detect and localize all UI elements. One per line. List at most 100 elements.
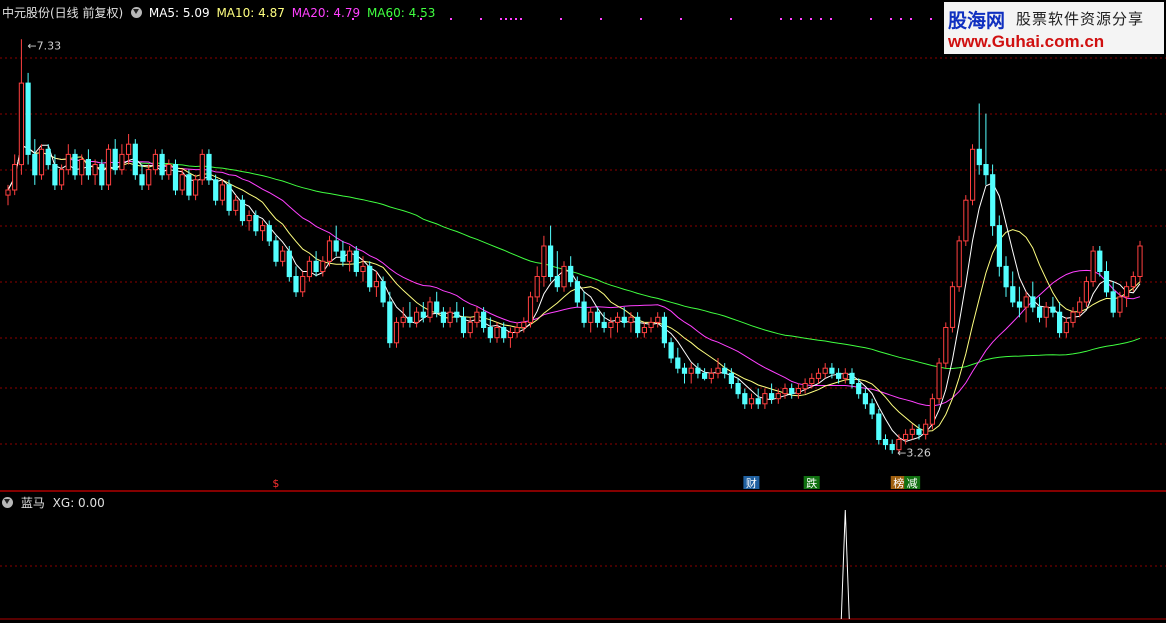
candle-body — [139, 174, 145, 186]
candle-body — [681, 367, 688, 374]
candle-body — [407, 316, 413, 323]
candle-body — [668, 342, 674, 359]
candle-body — [822, 367, 828, 374]
kline-chart-svg[interactable]: ←7.33 ←3.26 $ 财 跌 榜减 — [0, 0, 1166, 623]
candle-body — [373, 281, 379, 288]
candle-body — [313, 260, 319, 272]
candle-body — [226, 184, 232, 211]
candle-body — [380, 281, 386, 303]
candle-body — [889, 444, 895, 451]
candle-body — [554, 276, 560, 288]
candle-body — [166, 164, 172, 176]
settings-circle-icon[interactable] — [131, 7, 143, 18]
candle-body — [976, 148, 982, 166]
indicator-title: 蓝马 — [20, 496, 45, 510]
top-dot — [910, 18, 912, 20]
candle-body — [179, 174, 185, 191]
candle-body — [742, 393, 748, 405]
candle-body — [146, 169, 152, 186]
watermark-slogan: 股票软件资源分享 — [1016, 10, 1145, 28]
candle-body — [748, 398, 755, 405]
candle-body — [65, 153, 71, 171]
event-mark-label: 减 — [907, 477, 918, 490]
candle-body — [929, 398, 935, 425]
candle-body — [79, 159, 85, 176]
candle-body — [996, 225, 1002, 267]
candle-body — [1117, 296, 1123, 313]
candle-body — [769, 393, 775, 400]
candle-body — [869, 403, 875, 415]
candle-body — [481, 311, 487, 329]
candle-body — [789, 388, 795, 395]
candle-body — [829, 367, 835, 374]
candle-body — [467, 321, 473, 334]
candle-body — [333, 240, 339, 252]
event-mark-label: 榜 — [893, 476, 904, 490]
indicator-settings-icon[interactable] — [2, 497, 13, 508]
price-annotations: ←7.33 ←3.26 — [27, 39, 930, 459]
candle-body — [286, 250, 292, 278]
top-dot — [510, 18, 512, 20]
watermark-url: www.Guhai.com.cn — [948, 32, 1105, 51]
candle-body — [1097, 250, 1103, 273]
candle-body — [460, 316, 467, 334]
candle-body — [1070, 311, 1076, 323]
candle-body — [762, 393, 768, 405]
main-panel-header: 中元股份(日线 前复权) MA5: 5.09 MA10: 4.87 MA20: … — [2, 4, 435, 21]
candle-body — [688, 367, 694, 374]
candle-body — [521, 321, 527, 328]
candle-body — [615, 316, 621, 323]
candle-body — [420, 311, 426, 318]
candle-body — [795, 388, 801, 395]
candle-body — [280, 250, 286, 262]
ma10-label: MA10: 4.87 — [216, 6, 285, 20]
stock-title: 中元股份(日线 前复权) — [2, 6, 124, 20]
candle-body — [494, 327, 500, 339]
candle-body — [990, 174, 996, 227]
candle-body — [186, 174, 192, 196]
candle-body — [514, 327, 520, 334]
candle-body — [534, 276, 540, 298]
candle-body — [159, 153, 165, 176]
candle-body — [1030, 296, 1036, 308]
candle-body — [126, 143, 132, 155]
ma60-label: MA60: 4.53 — [366, 6, 436, 20]
candle-body — [112, 148, 118, 171]
candle-body — [387, 301, 393, 344]
indicator-panel-header: 蓝马 XG: 0.00 — [2, 494, 105, 511]
candle-body — [594, 311, 601, 323]
candle-body — [715, 367, 721, 374]
candle-body — [923, 423, 929, 435]
top-dot — [730, 18, 732, 20]
candle-body — [916, 428, 922, 435]
top-dot — [450, 18, 452, 20]
candle-body — [1137, 245, 1143, 277]
candle-body — [199, 153, 205, 181]
candle-body — [876, 413, 882, 440]
candle-body — [963, 199, 969, 242]
candle-body — [427, 301, 433, 318]
candle-body — [1003, 265, 1009, 288]
candle-body — [45, 148, 51, 166]
candle-body — [340, 250, 346, 262]
candle-body — [52, 164, 58, 186]
watermark-logo: 股海网 股票软件资源分享 www.Guhai.com.cn — [944, 2, 1164, 54]
top-dot — [640, 18, 642, 20]
candle-body — [59, 169, 65, 186]
low-price-label: ←3.26 — [897, 447, 931, 460]
event-mark-label: $ — [272, 477, 279, 490]
candle-body — [836, 372, 842, 379]
candle-body — [260, 225, 266, 232]
top-dot — [930, 18, 932, 20]
xg-signal-line — [840, 509, 850, 620]
candle-body — [474, 311, 480, 323]
candle-body — [300, 276, 306, 293]
candle-body — [434, 301, 440, 313]
candle-body — [119, 153, 125, 171]
candle-body — [574, 281, 580, 303]
candle-body — [568, 265, 574, 283]
candle-body — [38, 148, 45, 176]
candle-body — [722, 367, 728, 374]
event-marks: $ 财 跌 榜减 — [272, 476, 921, 490]
candle-body — [360, 265, 366, 272]
